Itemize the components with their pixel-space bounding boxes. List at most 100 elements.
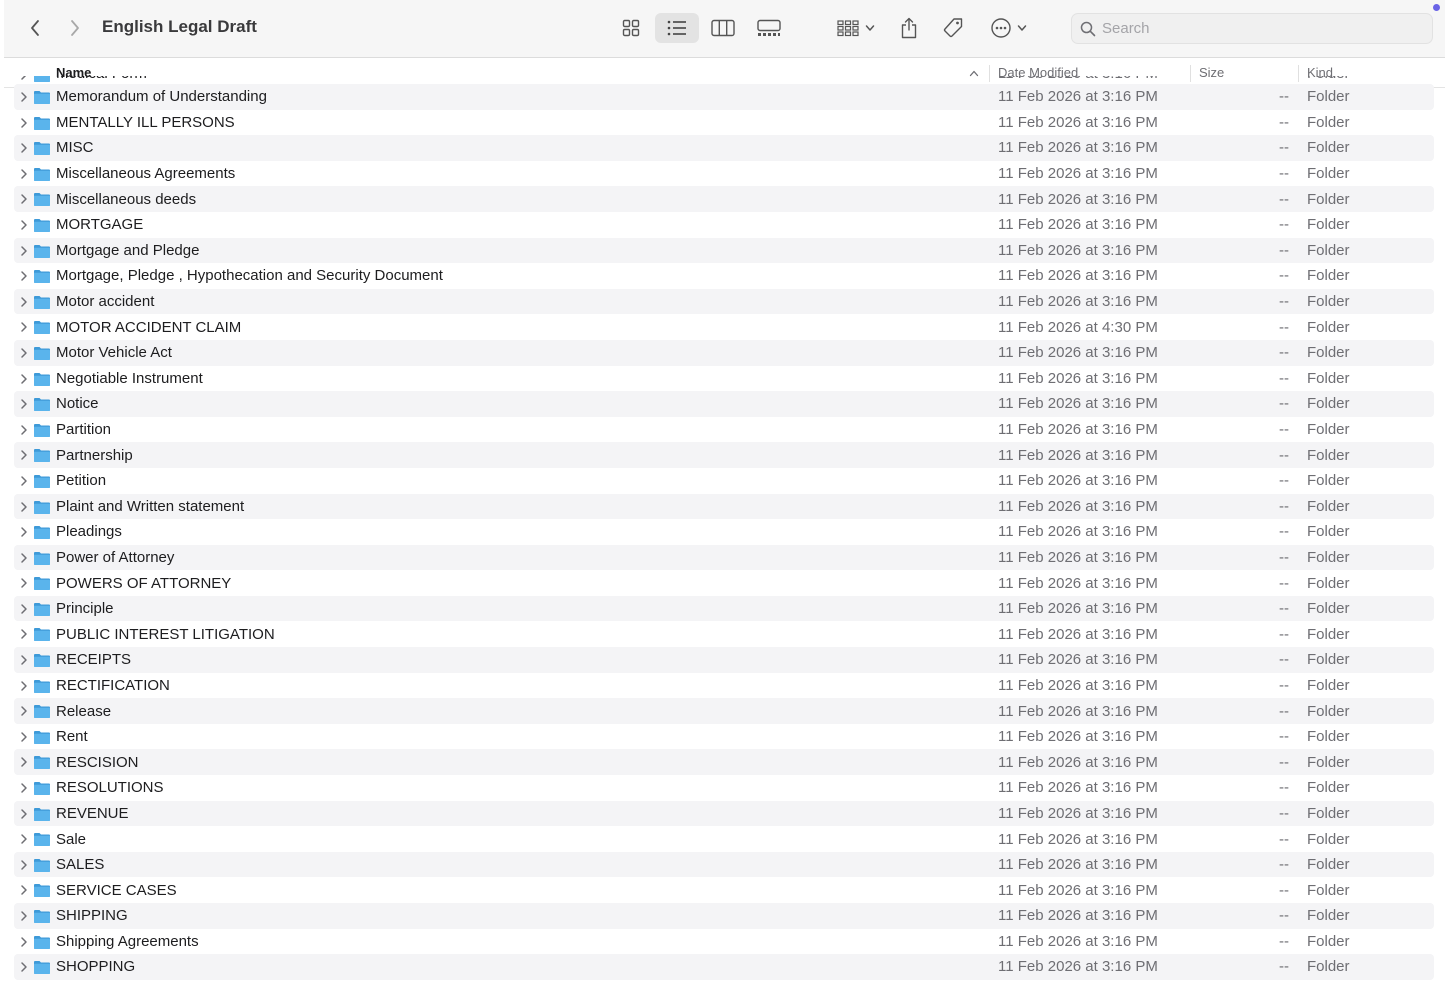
column-view-button[interactable] <box>707 13 739 43</box>
list-item[interactable]: POWERS OF ATTORNEY 11 Feb 2026 at 3:16 PM… <box>14 570 1434 596</box>
list-item[interactable]: Partition 11 Feb 2026 at 3:16 PM -- Folder <box>14 417 1434 443</box>
search-field[interactable] <box>1071 13 1433 44</box>
list-item[interactable]: SALES 11 Feb 2026 at 3:16 PM -- Folder <box>14 851 1434 878</box>
file-name: RESOLUTIONS <box>56 779 164 797</box>
disclosure-chevron-icon[interactable] <box>19 756 29 768</box>
list-item[interactable]: RESOLUTIONS 11 Feb 2026 at 3:16 PM -- Folde… <box>14 775 1434 801</box>
file-size: -- <box>1279 728 1289 746</box>
disclosure-chevron-icon[interactable] <box>19 398 29 410</box>
disclosure-chevron-icon[interactable] <box>19 347 29 359</box>
list-item[interactable]: Principle 11 Feb 2026 at 3:16 PM -- Folder <box>14 595 1434 622</box>
list-item[interactable]: REVENUE 11 Feb 2026 at 3:16 PM -- Folder <box>14 800 1434 827</box>
file-size: -- <box>1279 779 1289 797</box>
disclosure-chevron-icon[interactable] <box>19 910 29 922</box>
disclosure-chevron-icon[interactable] <box>19 219 29 231</box>
disclosure-chevron-icon[interactable] <box>19 782 29 794</box>
list-item[interactable]: PUBLIC INTEREST LITIGATION 11 Feb 2026 at… <box>14 621 1434 647</box>
disclosure-chevron-icon[interactable] <box>19 654 29 666</box>
date-modified: 11 Feb 2026 at 3:16 PM <box>998 932 1158 950</box>
list-item[interactable]: Release 11 Feb 2026 at 3:16 PM -- Folder <box>14 698 1434 724</box>
list-item[interactable]: Shipping Agreements 11 Feb 2026 at 3:16 P… <box>14 929 1434 955</box>
list-item[interactable]: Plaint and Written statement 11 Feb 2026 … <box>14 493 1434 520</box>
disclosure-chevron-icon[interactable] <box>19 808 29 820</box>
list-item[interactable]: MENTALLY ILL PERSONS 11 Feb 2026 at 3:16 … <box>14 110 1434 136</box>
disclosure-chevron-icon[interactable] <box>19 168 29 180</box>
date-modified: 11 Feb 2026 at 3:16 PM <box>998 113 1158 131</box>
list-item[interactable]: Power of Attorney 11 Feb 2026 at 3:16 PM -… <box>14 544 1434 571</box>
back-button[interactable] <box>21 14 49 42</box>
list-item[interactable]: Sale 11 Feb 2026 at 3:16 PM -- Folder <box>14 826 1434 852</box>
list-item[interactable]: Mortgage, Pledge , Hypothecation and Sec… <box>14 263 1434 289</box>
disclosure-chevron-icon[interactable] <box>19 680 29 692</box>
file-name: RECEIPTS <box>56 651 132 669</box>
disclosure-chevron-icon[interactable] <box>19 552 29 564</box>
disclosure-chevron-icon[interactable] <box>19 270 29 282</box>
search-input[interactable] <box>1102 20 1402 37</box>
disclosure-chevron-icon[interactable] <box>19 577 29 589</box>
file-size: -- <box>1279 856 1289 874</box>
list-item[interactable]: RESCISION 11 Feb 2026 at 3:16 PM -- Folder <box>14 749 1434 776</box>
list-item[interactable]: RECEIPTS 11 Feb 2026 at 3:16 PM -- Folder <box>14 647 1434 673</box>
disclosure-chevron-icon[interactable] <box>19 705 29 717</box>
group-by-button[interactable] <box>832 13 880 43</box>
disclosure-chevron-icon[interactable] <box>19 884 29 896</box>
list-item[interactable]: Petition 11 Feb 2026 at 3:16 PM -- Folder <box>14 468 1434 494</box>
list-item[interactable]: SHOPPING 11 Feb 2026 at 3:16 PM -- Folder <box>14 954 1434 980</box>
list-item[interactable]: Memorandum of Understanding 11 Feb 2026 a… <box>14 84 1434 110</box>
file-kind: Folder <box>1307 753 1350 771</box>
forward-button[interactable] <box>61 14 89 42</box>
date-modified: 11 Feb 2026 at 3:16 PM <box>998 574 1158 592</box>
disclosure-chevron-icon[interactable] <box>19 321 29 333</box>
date-modified: 11 Feb 2026 at 3:16 PM <box>998 139 1158 157</box>
disclosure-chevron-icon[interactable] <box>19 245 29 257</box>
disclosure-chevron-icon[interactable] <box>19 296 29 308</box>
list-view-button[interactable] <box>655 13 699 43</box>
list-item[interactable]: Mortgage and Pledge 11 Feb 2026 at 3:16 P… <box>14 237 1434 264</box>
disclosure-chevron-icon[interactable] <box>19 936 29 948</box>
disclosure-chevron-icon[interactable] <box>19 91 29 103</box>
disclosure-chevron-icon[interactable] <box>19 373 29 385</box>
disclosure-chevron-icon[interactable] <box>19 424 29 436</box>
list-item[interactable]: Miscellaneous Agreements 11 Feb 2026 at 3… <box>14 161 1434 187</box>
gallery-view-button[interactable] <box>753 13 785 43</box>
list-item[interactable]: Medical Form 11 Feb 2026 at 3:16 PM -- Fold… <box>14 76 1434 84</box>
disclosure-chevron-icon[interactable] <box>19 501 29 513</box>
list-item[interactable]: Negotiable Instrument 11 Feb 2026 at 3:16… <box>14 366 1434 392</box>
disclosure-chevron-icon[interactable] <box>19 731 29 743</box>
list-item[interactable]: RECTIFICATION 11 Feb 2026 at 3:16 PM -- Fol… <box>14 673 1434 699</box>
icon-view-button[interactable] <box>616 13 646 43</box>
list-item[interactable]: MISC 11 Feb 2026 at 3:16 PM -- Folder <box>14 135 1434 161</box>
list-item[interactable]: Motor accident 11 Feb 2026 at 3:16 PM -- Fo… <box>14 288 1434 315</box>
list-item[interactable]: Partnership 11 Feb 2026 at 3:16 PM -- Folde… <box>14 442 1434 468</box>
disclosure-chevron-icon[interactable] <box>19 142 29 154</box>
list-item[interactable]: MOTOR ACCIDENT CLAIM 11 Feb 2026 at 4:30 … <box>14 314 1434 340</box>
disclosure-chevron-icon[interactable] <box>19 449 29 461</box>
list-item[interactable]: Motor Vehicle Act 11 Feb 2026 at 3:16 PM -… <box>14 339 1434 366</box>
list-item[interactable]: SERVICE CASES 11 Feb 2026 at 3:16 PM -- Fol… <box>14 877 1434 903</box>
file-kind: Folder <box>1307 216 1350 234</box>
share-button[interactable] <box>895 13 923 43</box>
disclosure-chevron-icon[interactable] <box>19 603 29 615</box>
list-item[interactable]: SHIPPING 11 Feb 2026 at 3:16 PM -- Folder <box>14 903 1434 929</box>
list-item[interactable]: Notice 11 Feb 2026 at 3:16 PM -- Folder <box>14 391 1434 417</box>
disclosure-chevron-icon[interactable] <box>19 859 29 871</box>
file-kind: Folder <box>1307 600 1350 618</box>
disclosure-chevron-icon[interactable] <box>19 833 29 845</box>
more-actions-button[interactable] <box>985 13 1031 43</box>
list-item[interactable]: Miscellaneous deeds 11 Feb 2026 at 3:16 P… <box>14 186 1434 212</box>
disclosure-chevron-icon[interactable] <box>19 526 29 538</box>
list-item[interactable]: Rent 11 Feb 2026 at 3:16 PM -- Folder <box>14 724 1434 750</box>
disclosure-chevron-icon[interactable] <box>19 76 29 81</box>
disclosure-chevron-icon[interactable] <box>19 628 29 640</box>
file-kind: Folder <box>1307 139 1350 157</box>
disclosure-chevron-icon[interactable] <box>19 117 29 129</box>
tags-button[interactable] <box>938 13 968 43</box>
disclosure-chevron-icon[interactable] <box>19 475 29 487</box>
file-name: Principle <box>56 600 114 618</box>
list-item[interactable]: Pleadings 11 Feb 2026 at 3:16 PM -- Folder <box>14 519 1434 545</box>
chevron-right-icon <box>71 20 79 36</box>
disclosure-chevron-icon[interactable] <box>19 193 29 205</box>
file-kind: Folder <box>1307 472 1350 490</box>
disclosure-chevron-icon[interactable] <box>19 961 29 973</box>
list-item[interactable]: MORTGAGE 11 Feb 2026 at 3:16 PM -- Folder <box>14 212 1434 238</box>
